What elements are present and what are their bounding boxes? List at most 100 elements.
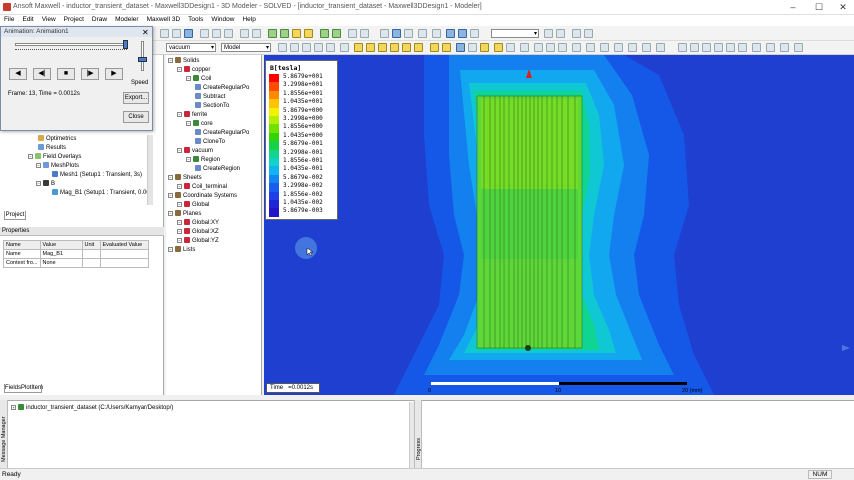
draw-box-icon[interactable] (390, 43, 399, 52)
table-row[interactable]: Name Mag_B1 (3, 249, 149, 259)
zoom-in-icon[interactable] (752, 43, 761, 52)
unite-icon[interactable] (456, 43, 465, 52)
collapse-toggle[interactable]: − (186, 157, 191, 162)
draw-circle-icon[interactable] (354, 43, 363, 52)
modeler-viewport[interactable]: 0 10 20 (mm) (264, 55, 854, 395)
draw-torus-icon[interactable] (430, 43, 439, 52)
model-tree-item[interactable]: Subtract (195, 93, 225, 101)
grid-icon[interactable] (544, 29, 553, 38)
fit-all-icon[interactable] (380, 29, 389, 38)
model-tree-item[interactable]: − ferrite (177, 111, 207, 119)
relative-cs-icon[interactable] (642, 43, 651, 52)
draw-spline-icon[interactable] (314, 43, 323, 52)
menu-maxwell3d[interactable]: Maxwell 3D (143, 15, 185, 24)
model-tree-item[interactable]: − Solids (168, 57, 199, 65)
tab-project[interactable]: Project (4, 211, 26, 220)
tree-item-mag-b1[interactable]: Mag_B1 (Setup1 : Transient, 0.002 (52, 189, 153, 197)
step-forward-button[interactable]: |▶ (81, 68, 99, 80)
collapse-toggle[interactable]: − (177, 148, 182, 153)
split-icon[interactable] (494, 43, 503, 52)
imprint-icon[interactable] (506, 43, 515, 52)
model-tree-item[interactable]: − Coil_terminal (177, 183, 227, 191)
model-tree-item[interactable]: − Coordinate Systems (168, 192, 237, 200)
move-icon[interactable] (534, 43, 543, 52)
draw-line-icon[interactable] (302, 43, 311, 52)
collapse-toggle[interactable]: − (36, 163, 41, 168)
rotate-icon[interactable] (392, 29, 401, 38)
add-setup-icon[interactable] (280, 29, 289, 38)
collapse-toggle[interactable]: − (186, 76, 191, 81)
object-cs-icon[interactable] (628, 43, 637, 52)
tree-item-b[interactable]: − B (36, 180, 55, 188)
model-tree-item[interactable]: − Global:YZ (177, 237, 219, 245)
model-tree-item[interactable]: − Global (177, 201, 209, 209)
play-button[interactable]: ▶ (105, 68, 123, 80)
model-tree-item[interactable]: − Region (186, 156, 220, 164)
collapse-toggle[interactable]: − (168, 211, 173, 216)
menu-view[interactable]: View (38, 15, 60, 24)
model-tree-item[interactable]: SectionTo (195, 102, 229, 110)
fields-icon[interactable] (360, 29, 369, 38)
collapse-toggle[interactable]: − (186, 121, 191, 126)
model-tree-item[interactable]: CreateRegularPo (195, 84, 249, 92)
menu-window[interactable]: Window (207, 15, 238, 24)
draw-arc-icon[interactable] (326, 43, 335, 52)
model-tree-item[interactable]: − copper (177, 66, 210, 74)
scale-icon[interactable] (586, 43, 595, 52)
frame-slider-thumb[interactable] (123, 40, 128, 49)
model-tree-item[interactable]: CreateRegion (195, 165, 240, 173)
results-icon[interactable] (348, 29, 357, 38)
zoom-icon[interactable] (418, 29, 427, 38)
menu-draw[interactable]: Draw (88, 15, 111, 24)
draw-helix-icon[interactable] (442, 43, 451, 52)
stop-button[interactable]: ■ (57, 68, 75, 80)
maximize-button[interactable]: ☐ (808, 1, 830, 13)
collapse-toggle[interactable]: − (168, 193, 173, 198)
subtract-icon[interactable] (468, 43, 477, 52)
model-tree-item[interactable]: − Global:XZ (177, 228, 219, 236)
menu-edit[interactable]: Edit (18, 15, 37, 24)
validate-icon[interactable] (320, 29, 329, 38)
reset-view-icon[interactable] (726, 43, 735, 52)
view-edge-icon[interactable] (470, 29, 479, 38)
ungroup-icon[interactable] (656, 43, 665, 52)
front-view-icon[interactable] (794, 43, 803, 52)
snap-icon[interactable] (556, 29, 565, 38)
zoom-out-icon[interactable] (766, 43, 775, 52)
analyze-icon[interactable] (332, 29, 341, 38)
fit-selection-icon[interactable] (738, 43, 747, 52)
excitation-icon[interactable] (304, 29, 313, 38)
coordinate-system-icon[interactable] (600, 43, 609, 52)
collapse-toggle[interactable]: − (168, 247, 173, 252)
tree-item-meshplots[interactable]: − MeshPlots (36, 162, 79, 170)
paste-icon[interactable] (224, 29, 233, 38)
mirror-icon[interactable] (558, 43, 567, 52)
export-button[interactable]: Export... (123, 92, 149, 104)
menu-file[interactable]: File (0, 15, 18, 24)
draw-rectangle-icon[interactable] (340, 43, 349, 52)
model-tree-item[interactable]: − Planes (168, 210, 201, 218)
undo-icon[interactable] (240, 29, 249, 38)
rotate-view-icon[interactable] (714, 43, 723, 52)
tree-item-field-overlays[interactable]: − Field Overlays (28, 153, 81, 161)
message-manager-tab[interactable]: Message Manager (0, 400, 8, 468)
draw-polygon-icon[interactable] (378, 43, 387, 52)
collapse-toggle[interactable]: − (177, 67, 182, 72)
tree-item-mesh1[interactable]: Mesh1 (Setup1 : Transient, 3s) (52, 171, 142, 179)
fit-all-view-icon[interactable] (780, 43, 789, 52)
save-icon[interactable] (184, 29, 193, 38)
menu-help[interactable]: Help (238, 15, 259, 24)
measure-icon[interactable] (572, 29, 581, 38)
cut-icon[interactable] (200, 29, 209, 38)
orbit-icon[interactable] (690, 43, 699, 52)
face-cs-icon[interactable] (614, 43, 623, 52)
units-select[interactable] (491, 29, 539, 38)
step-back-button[interactable]: ◀| (33, 68, 51, 80)
field-legend[interactable]: B[tesla] 5.8679e+001 3.2998e+001 1.8556e+0… (265, 60, 338, 220)
new-project-icon[interactable] (160, 29, 169, 38)
boundary-icon[interactable] (292, 29, 301, 38)
view-box-icon[interactable] (446, 29, 455, 38)
model-tree-item[interactable]: − vacuum (177, 147, 213, 155)
model-select[interactable]: Model (221, 43, 271, 52)
draw-sphere-icon[interactable] (414, 43, 423, 52)
